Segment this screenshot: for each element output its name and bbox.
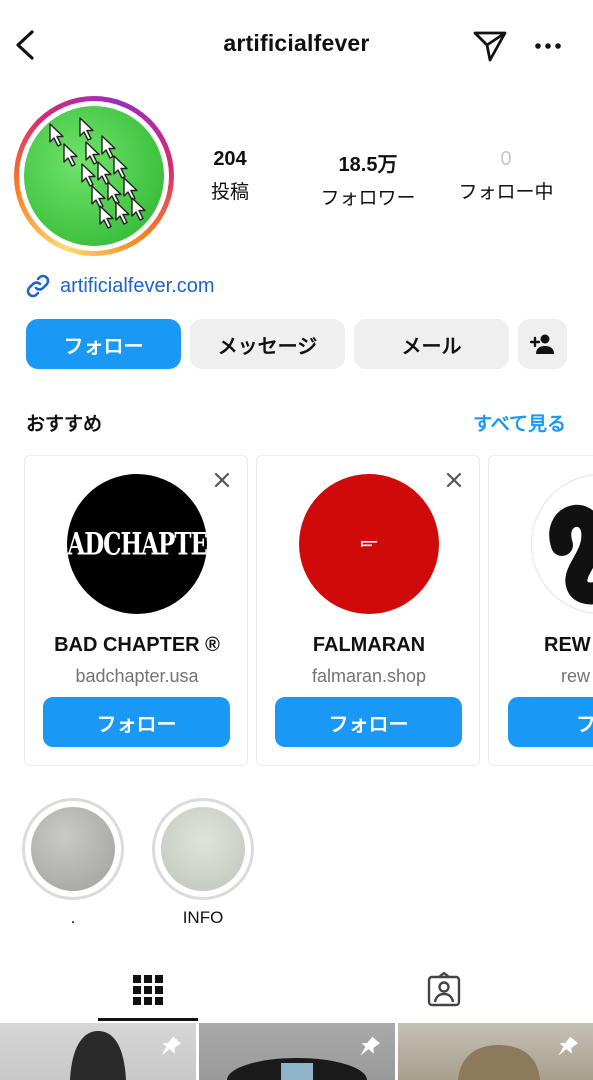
- dismiss-suggestion-button[interactable]: [444, 470, 464, 490]
- website-link[interactable]: artificialfever.com: [24, 270, 215, 302]
- suggestion-handle: rew: [561, 666, 591, 686]
- suggestion-handle: badchapter.usa: [75, 666, 199, 686]
- post-thumbnail[interactable]: [199, 1023, 395, 1080]
- suggestion-follow-button[interactable]: フォロー: [43, 697, 230, 747]
- dismiss-suggestion-button[interactable]: [212, 470, 232, 490]
- suggestion-name: FALMARAN: [312, 634, 426, 656]
- pin-icon: [161, 1036, 182, 1056]
- more-horizontal-icon: [535, 43, 561, 49]
- suggested-users-button[interactable]: [518, 319, 567, 369]
- suggestion-card[interactable]: REW rew フォ: [488, 455, 593, 766]
- top-bar: artificialfever: [0, 0, 593, 92]
- tab-tagged[interactable]: [394, 960, 494, 1020]
- pin-icon: [558, 1036, 579, 1056]
- suggestion-handle: falmaran.shop: [311, 666, 427, 686]
- email-button[interactable]: メール: [354, 319, 509, 369]
- share-button[interactable]: [471, 28, 509, 64]
- suggestion-card[interactable]: BADCHAPTER BAD CHAPTER ® badchapter.usa …: [24, 455, 248, 766]
- followers-value: 18.5万: [338, 154, 398, 176]
- posts-value: 204: [213, 148, 247, 170]
- story-highlight[interactable]: INFO: [152, 798, 254, 928]
- profile-avatar: [24, 106, 164, 246]
- story-ring[interactable]: [14, 96, 174, 256]
- suggestion-name: BAD CHAPTER ®: [54, 634, 220, 656]
- tab-posts-grid[interactable]: [98, 960, 198, 1020]
- highlight-ring: [152, 798, 254, 900]
- close-icon: [214, 472, 230, 488]
- link-icon: [26, 274, 50, 298]
- badchapter-logo: BADCHAPTER: [67, 525, 207, 563]
- back-button[interactable]: [10, 28, 40, 62]
- suggestion-avatar: BADCHAPTER: [67, 474, 207, 614]
- highlight-label: .: [70, 908, 76, 927]
- following-value: 0: [500, 148, 512, 170]
- message-button[interactable]: メッセージ: [190, 319, 345, 369]
- suggestion-follow-button[interactable]: フォ: [508, 697, 593, 747]
- following-count[interactable]: 0 フォロー中: [448, 148, 564, 204]
- post-thumbnail[interactable]: [0, 1023, 196, 1080]
- cursor-pattern-icon: [49, 117, 146, 229]
- falmaran-logo-icon: [361, 541, 377, 547]
- pin-icon: [360, 1036, 381, 1056]
- see-all-link[interactable]: すべて見る: [450, 409, 566, 436]
- suggestion-avatar: [299, 474, 439, 614]
- follow-button[interactable]: フォロー: [26, 319, 181, 369]
- tagged-person-icon: [427, 972, 461, 1007]
- suggestion-name: REW: [544, 634, 591, 656]
- profile-page: artificialfever 204 投稿 18.5万 フォロワー 0 フォロ…: [0, 0, 593, 1080]
- highlight-cover: [31, 807, 115, 891]
- highlight-label: INFO: [182, 908, 224, 927]
- following-label: フォロー中: [458, 182, 554, 203]
- story-highlight[interactable]: .: [22, 798, 124, 928]
- suggestion-follow-button[interactable]: フォロー: [275, 697, 462, 747]
- close-icon: [446, 472, 462, 488]
- website-link-text: artificialfever.com: [60, 274, 215, 297]
- grid-icon: [133, 975, 163, 1005]
- followers-label: フォロワー: [320, 188, 416, 209]
- add-person-icon: [529, 334, 554, 354]
- profile-username: artificialfever: [223, 30, 370, 56]
- post-thumbnail[interactable]: [398, 1023, 593, 1080]
- suggestions-title: おすすめ: [26, 414, 103, 435]
- highlight-cover: [161, 807, 245, 891]
- more-options-button[interactable]: [530, 30, 566, 62]
- followers-count[interactable]: 18.5万 フォロワー: [310, 148, 426, 210]
- chevron-left-icon: [16, 30, 34, 60]
- rew-logo-icon: [549, 504, 593, 605]
- suggestion-avatar: [531, 474, 593, 614]
- posts-label: 投稿: [210, 182, 249, 203]
- posts-count[interactable]: 204 投稿: [192, 148, 268, 204]
- highlight-ring: [22, 798, 124, 900]
- paper-plane-icon: [473, 31, 507, 62]
- suggestion-card[interactable]: FALMARAN falmaran.shop フォロー: [256, 455, 480, 766]
- active-tab-indicator: [98, 1018, 198, 1021]
